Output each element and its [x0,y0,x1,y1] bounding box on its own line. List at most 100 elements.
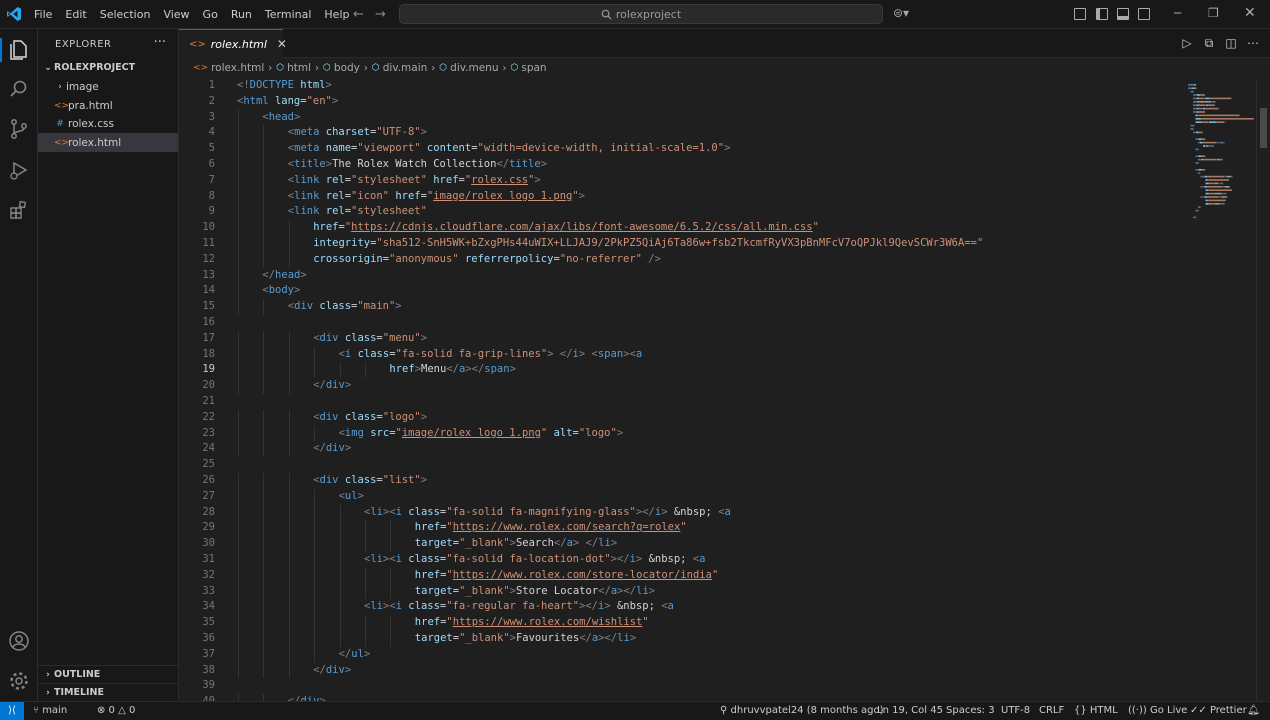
code-line[interactable]: 1 <!DOCTYPE html> [179,78,1184,94]
code-line[interactable]: 29 href="https://www.rolex.com/search?q=r… [179,520,1184,537]
tab-rolex-html[interactable]: <> rolex.html ✕ [179,29,287,58]
code-line[interactable]: 14 <body> [179,283,1184,300]
outline-section[interactable]: › OUTLINE [38,665,178,683]
code-line[interactable]: 8 <link rel="icon" href="image/rolex logo… [179,188,1184,205]
extensions-icon[interactable] [7,198,31,222]
breadcrumb-file[interactable]: rolex.html [211,62,264,74]
code-line[interactable]: 33 target="_blank">Store Locator</a></li> [179,583,1184,600]
code-line[interactable]: 10 href="https://cdnjs.cloudflare.com/aja… [179,220,1184,236]
editor-more-icon[interactable]: ⋯ [1247,37,1259,49]
code-line[interactable]: 38 </div> [179,662,1184,679]
code-line[interactable]: 36 target="_blank">Favourites</a></li> [179,631,1184,647]
branch-status[interactable]: ⑂ main [33,705,67,716]
code-line[interactable]: 27 <ul> [179,488,1184,505]
code-editor[interactable]: 1 <!DOCTYPE html> 2 <html lang="en"> 3 <head>… [179,78,1184,701]
tree-item-rolex-html[interactable]: <> rolex.html [38,133,178,152]
code-line[interactable]: 24 </div> [179,441,1184,458]
restore-icon[interactable]: ❐ [1208,6,1219,20]
project-folder[interactable]: ⌄ ROLEXPROJECT [38,58,178,77]
code-line[interactable]: 7 <link rel="stylesheet" href="rolex.css"… [179,172,1184,189]
indentation[interactable]: Spaces: 3 [946,705,995,716]
settings-gear-icon[interactable] [7,669,31,693]
search-view-icon[interactable] [7,77,31,101]
code-line[interactable]: 23 <img src="image/rolex logo 1.png" alt=… [179,425,1184,442]
scrollbar-thumb[interactable] [1260,108,1267,148]
code-line[interactable]: 20 </div> [179,378,1184,394]
code-line[interactable]: 39 [179,678,1184,694]
code-line[interactable]: 16 [179,315,1184,331]
more-actions-icon[interactable]: ··· [154,35,166,50]
go-live-button[interactable]: ((·)) Go Live [1128,705,1187,716]
code-line[interactable]: 9 <link rel="stylesheet" [179,204,1184,221]
code-line[interactable]: 25 [179,457,1184,473]
tree-item-image-folder[interactable]: › image [38,77,178,96]
code-line[interactable]: 26 <div class="list"> [179,473,1184,489]
menu-run[interactable]: Run [231,8,252,21]
breadcrumb-html[interactable]: html [287,62,311,74]
copilot-icon[interactable]: ⊜▾ [893,6,909,20]
toggle-sidebar-icon[interactable] [1096,8,1108,20]
code-line[interactable]: 2 <html lang="en"> [179,94,1184,110]
close-window-icon[interactable]: ✕ [1244,5,1256,21]
breadcrumb-div-main[interactable]: div.main [383,62,428,74]
minimize-icon[interactable]: ─ [1174,6,1181,20]
run-debug-icon[interactable] [7,158,31,182]
toggle-secondary-sidebar-icon[interactable] [1138,8,1150,20]
code-line[interactable]: 15 <div class="main"> [179,299,1184,315]
menu-edit[interactable]: Edit [65,8,86,21]
forward-arrow-icon[interactable]: → [375,7,386,22]
code-line[interactable]: 17 <div class="menu"> [179,330,1184,347]
code-line[interactable]: 4 <meta charset="UTF-8"> [179,125,1184,142]
menu-go[interactable]: Go [203,8,218,21]
explorer-icon[interactable] [0,38,31,62]
code-line[interactable]: 11 integrity="sha512-SnH5WK+bZxgPHs44uWIX… [179,236,1184,252]
menu-view[interactable]: View [163,8,189,21]
prettier-status[interactable]: ✓✓ Prettier [1190,705,1247,716]
breadcrumb-div-menu[interactable]: div.menu [450,62,498,74]
file-encoding[interactable]: UTF-8 [1001,705,1030,716]
code-line[interactable]: 13 </head> [179,267,1184,284]
code-line[interactable]: 18 <i class="fa-solid fa-grip-lines"> </i… [179,346,1184,363]
code-line[interactable]: 34 <li><i class="fa-regular fa-heart"></i… [179,599,1184,616]
command-center-search[interactable]: rolexproject [399,4,883,24]
code-line[interactable]: 12 crossorigin="anonymous" referrerpolicy… [179,251,1184,268]
menu-help[interactable]: Help [324,8,349,21]
cursor-position[interactable]: Ln 19, Col 45 [877,705,943,716]
breadcrumb-span[interactable]: span [521,62,546,74]
problems-status[interactable]: ⊗ 0 △ 0 [97,705,135,716]
notifications-bell-icon[interactable]: 🔔︎ [1247,705,1260,716]
line-ending[interactable]: CRLF [1039,705,1064,716]
menu-terminal[interactable]: Terminal [265,8,312,21]
close-tab-icon[interactable]: ✕ [277,37,287,51]
back-arrow-icon[interactable]: ← [353,7,364,22]
split-editor-icon[interactable]: ◫ [1225,37,1237,49]
open-preview-icon[interactable]: ⧉ [1203,37,1215,49]
code-line[interactable]: 3 <head> [179,109,1184,126]
code-line[interactable]: 31 <li><i class="fa-solid fa-location-dot… [179,552,1184,568]
tree-item-rolex-css[interactable]: # rolex.css [38,114,178,133]
menu-file[interactable]: File [34,8,52,21]
minimap[interactable] [1184,78,1256,678]
code-line[interactable]: 40</div> [179,694,1184,701]
code-line[interactable]: 28 <li><i class="fa-solid fa-magnifying-g… [179,504,1184,521]
source-control-icon[interactable] [7,117,31,141]
code-line[interactable]: 6 <title>The Rolex Watch Collection</titl… [179,157,1184,173]
git-blame-status[interactable]: ⚲ dhruvvpatel24 (8 months ago) [720,705,884,716]
code-line[interactable]: 37 </ul> [179,646,1184,663]
customize-layout-icon[interactable] [1074,8,1086,20]
code-line[interactable]: 35 href="https://www.rolex.com/wishlist" [179,615,1184,631]
run-file-icon[interactable]: ▷ [1181,37,1193,49]
remote-indicator-icon[interactable]: ⟩⟨ [0,702,24,720]
timeline-section[interactable]: › TIMELINE [38,683,178,701]
code-line[interactable]: 32 href="https://www.rolex.com/store-loca… [179,567,1184,584]
code-line[interactable]: 30 target="_blank">Search</a> </li> [179,536,1184,552]
tree-item-pra-html[interactable]: <> pra.html [38,96,178,115]
code-line[interactable]: 5 <meta name="viewport" content="width=de… [179,141,1184,157]
language-mode[interactable]: {} HTML [1074,705,1118,716]
code-line[interactable]: 19 href>Menu</a></span> [179,362,1184,379]
vertical-scrollbar[interactable] [1256,78,1270,701]
code-line[interactable]: 21 [179,394,1184,410]
toggle-panel-icon[interactable] [1117,8,1129,20]
code-line[interactable]: 22 <div class="logo"> [179,409,1184,426]
breadcrumb-body[interactable]: body [334,62,360,74]
